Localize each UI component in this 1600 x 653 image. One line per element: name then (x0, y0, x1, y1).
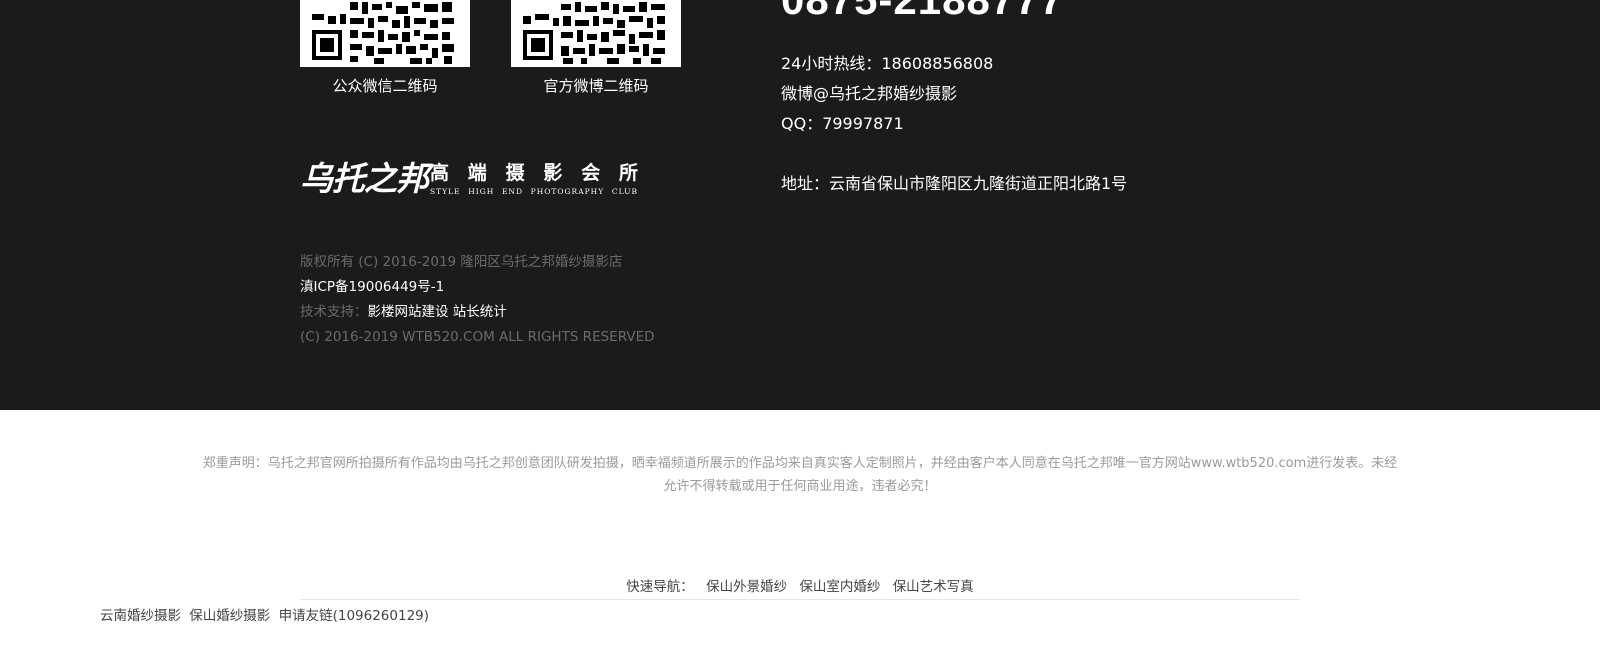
weibo-qr-caption: 官方微博二维码 (543, 77, 649, 95)
weibo-text: 微博@乌托之邦婚纱摄影 (781, 84, 958, 103)
qq-text: QQ：79997871 (781, 114, 904, 133)
qr-code-icon (521, 0, 671, 66)
quick-nav: 快速导航： 保山外景婚纱 保山室内婚纱 保山艺术写真 (0, 578, 1600, 596)
friend-links: 云南婚纱摄影 保山婚纱摄影 申请友链(1096260129) (100, 607, 433, 625)
logo-cn-char: 高 (430, 162, 450, 184)
quick-nav-item-portrait[interactable]: 保山艺术写真 (893, 579, 974, 595)
logo-cn-char: 端 (467, 162, 487, 184)
wechat-qr-code (300, 0, 470, 67)
logo-en-word: HIGH (468, 187, 495, 196)
logo-en-word: STYLE (430, 187, 461, 196)
weibo-qr-code (511, 0, 681, 67)
logo-en-word: END (501, 187, 523, 196)
logo-en-word: CLUB (611, 187, 638, 196)
qr-code-icon (310, 0, 460, 66)
phone-number: 0875-2188777 (781, 0, 1064, 21)
wechat-qr-caption: 公众微信二维码 (332, 77, 438, 95)
hotline-text: 24小时热线：18608856808 (781, 54, 994, 73)
logo-main-text: 乌托之邦 (300, 159, 429, 198)
footer-dark-section: 公众微信二维码 官方微博二维码 24小时热线：18608856808 微博@乌托… (0, 0, 1600, 410)
tech-link-site-building[interactable]: 影楼网站建设 (368, 304, 449, 320)
icp-link[interactable]: 滇ICP备19006449号-1 (300, 277, 444, 297)
divider (300, 599, 1300, 600)
logo-cn-char: 会 (581, 162, 601, 184)
friend-link-apply[interactable]: 申请友链(1096260129) (279, 608, 429, 624)
rights-reserved: (C) 2016-2019 WTB520.COM ALL RIGHTS RESE… (300, 329, 655, 345)
quick-nav-item-outdoor[interactable]: 保山外景婚纱 (706, 579, 787, 595)
tech-link-stats[interactable]: 站长统计 (453, 304, 507, 320)
logo-slogan-cn: 高 端 摄 影 会 所 (430, 162, 638, 184)
quick-nav-label: 快速导航： (626, 579, 694, 595)
logo-en-word: PHOTOGRAPHY (530, 187, 605, 196)
friend-link-yunnan[interactable]: 云南婚纱摄影 (100, 608, 181, 624)
logo-cn-char: 摄 (505, 162, 525, 184)
tech-support: 技术支持：影楼网站建设 站长统计 (300, 302, 507, 322)
disclaimer-text: 郑重声明：乌托之邦官网所拍摄所有作品均由乌托之邦创意团队研发拍摄，晒幸福频道所展… (202, 456, 1398, 494)
quick-nav-item-indoor[interactable]: 保山室内婚纱 (799, 579, 880, 595)
logo-cn-char: 所 (618, 162, 638, 184)
logo-cn-char: 影 (543, 162, 563, 184)
brand-logo: 乌托之邦 高 端 摄 影 会 所 STYLE HIGH END PHOTOGRA… (300, 158, 640, 202)
logo-slogan-en: STYLE HIGH END PHOTOGRAPHY CLUB (430, 187, 638, 197)
friend-link-baoshan[interactable]: 保山婚纱摄影 (189, 608, 270, 624)
address-text: 地址：云南省保山市隆阳区九隆街道正阳北路1号 (781, 174, 1128, 193)
tech-support-label: 技术支持： (300, 304, 368, 320)
copyright-line: 版权所有 (C) 2016-2019 隆阳区乌托之邦婚纱摄影店 (300, 254, 623, 270)
